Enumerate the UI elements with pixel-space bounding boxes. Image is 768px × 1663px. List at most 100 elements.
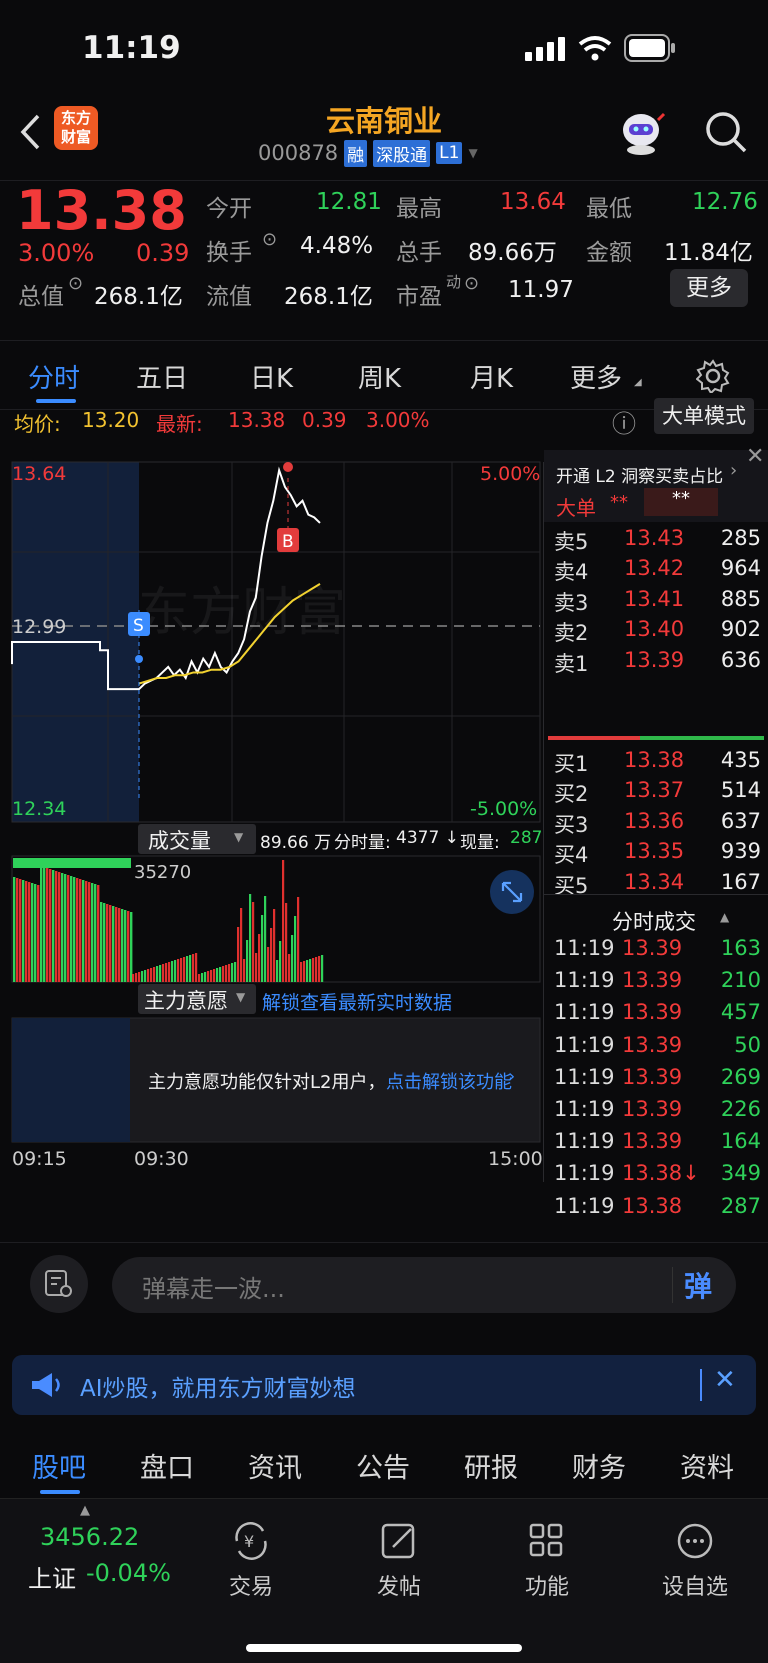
close-icon[interactable]: ✕ [746,444,764,469]
dock-function[interactable]: 功能 [492,1519,602,1601]
chevron-right-icon[interactable]: › [508,1066,515,1087]
main-force-dropdown[interactable]: 主力意愿 ▼ [138,984,256,1014]
volume-bar [234,962,237,982]
ask-row[interactable]: 卖2 13.40 902 [544,617,768,647]
change-percent: 3.00% [18,239,95,267]
tick-price: 13.39 [622,1064,683,1089]
volume-bar [258,934,261,982]
volume-bar [132,974,135,982]
ai-banner[interactable]: AI炒股，就用东方财富妙想 ✕ [12,1355,756,1415]
ticks-title[interactable]: 分时成交 [612,906,696,936]
volume-bar [291,935,294,982]
tab-news[interactable]: 资讯 [248,1446,302,1485]
caret-down-icon: ▼ [236,990,246,1004]
tab-five-day[interactable]: 五日 [136,358,188,395]
main-force-preshade [12,1018,130,1142]
ai-robot-icon[interactable] [616,108,666,156]
ask-row[interactable]: 卖1 13.39 636 [544,648,768,678]
ask-row[interactable]: 卖5 13.43 285 [544,526,768,556]
divider [672,1267,673,1303]
bid-row[interactable]: 买1 13.38 435 [544,748,768,778]
search-icon[interactable] [704,110,748,154]
volume-bar [141,971,144,982]
tab-finance[interactable]: 财务 [572,1446,626,1485]
bid-list: 买1 13.38 435 买2 13.37 514 买3 13.36 637 买4 13.35 939… [544,748,768,900]
danmaku-bar: 弹幕走一波... 弹 [0,1242,768,1326]
volume-bar [37,885,40,982]
volume-bar [82,880,85,982]
turnover-value: 4.48% [300,233,374,259]
info-icon[interactable]: ⊙ [464,273,479,294]
bid-row[interactable]: 买3 13.36 637 [544,809,768,839]
volume-dropdown[interactable]: 成交量 ▼ [138,824,256,854]
bid-price: 13.34 [624,869,685,894]
volume-bar [67,875,70,982]
volume-bar [252,902,255,982]
tab-week-k[interactable]: 周K [358,358,401,395]
volume-bar [321,955,324,982]
ask-row[interactable]: 卖3 13.41 885 [544,587,768,617]
tick-volume: 287 [720,1193,761,1218]
tick-price: 13.39 [622,936,683,960]
l2-promo-text[interactable]: 开通 L2 洞察买卖占比 [556,462,723,487]
sell-marker-label: S [133,616,144,636]
volume-bar [130,912,133,982]
tick-row: 11:19 13.38↓ 349 [544,1161,768,1193]
volume-band [13,858,131,868]
danmaku-input[interactable]: 弹幕走一波... 弹 [112,1257,736,1313]
volume-total: 89.66 万 [260,833,332,853]
bid-row[interactable]: 买4 13.35 939 [544,839,768,869]
tab-intraday[interactable]: 分时 [28,358,80,395]
bid-volume: 167 [720,869,761,894]
bid-row[interactable]: 买2 13.37 514 [544,778,768,808]
y-axis-top: 13.64 [12,463,66,485]
tick-price: 13.39 [622,1032,683,1057]
danmaku-toggle[interactable] [30,1255,88,1313]
danmaku-send-button[interactable]: 弹 [684,1265,712,1305]
home-indicator [246,1644,522,1652]
volume-bar [303,961,306,982]
main-force-dropdown-label: 主力意愿 [144,989,228,1013]
volume-bar [201,973,204,982]
info-icon[interactable]: ⊙ [262,229,277,250]
close-icon[interactable]: ✕ [714,1365,736,1395]
bid-price: 13.38 [624,748,685,772]
tab-orderbook[interactable]: 盘口 [140,1446,194,1485]
volume-bar [195,953,198,982]
ask-row[interactable]: 卖4 13.42 964 [544,556,768,586]
unlock-realtime-link[interactable]: 解锁查看最新实时数据 [262,988,452,1015]
tab-month-k[interactable]: 月K [470,358,513,395]
bid-row[interactable]: 买5 13.34 167 [544,870,768,900]
chevron-down-icon[interactable]: ▼ [468,146,477,160]
dock-trade[interactable]: ¥ 交易 [196,1519,306,1601]
dock-watchlist[interactable]: 设自选 [640,1519,750,1601]
unlock-feature-link[interactable]: 点击解锁该功能 [386,1068,512,1094]
index-value[interactable]: 3456.22 [40,1523,139,1551]
volume-bar [306,960,309,982]
volume-bar [261,915,264,982]
tick-row: 11:19 13.39 50 [544,1033,768,1065]
tab-forum[interactable]: 股吧 [32,1446,86,1485]
tab-profile[interactable]: 资料 [680,1446,734,1485]
gear-icon[interactable] [696,359,730,393]
bid-volume: 939 [720,839,761,864]
mktcap-value: 268.1亿 [94,284,183,310]
bid-price: 13.35 [624,839,685,864]
tab-announcements[interactable]: 公告 [356,1446,410,1485]
volume-bar [64,874,67,982]
divider [700,1369,702,1401]
ask-price: 13.43 [624,526,685,550]
volume-bar [162,964,165,982]
tick-time: 11:19 [554,1193,615,1218]
tab-day-k[interactable]: 日K [250,358,293,395]
bottom-dock: ▲ 3456.22 上证 -0.04% ¥ 交易 发帖 功能 设自选 [0,1498,768,1663]
volume-bar [183,957,186,982]
info-icon[interactable]: ⊙ [68,273,83,294]
tab-more[interactable]: 更多 [570,358,622,395]
big-order-buy: ** [610,492,628,513]
more-button[interactable]: 更多 [670,269,748,307]
volume-bar [309,959,312,982]
volume-bar [70,876,73,982]
dock-post[interactable]: 发帖 [344,1519,454,1601]
tab-research[interactable]: 研报 [464,1446,518,1485]
